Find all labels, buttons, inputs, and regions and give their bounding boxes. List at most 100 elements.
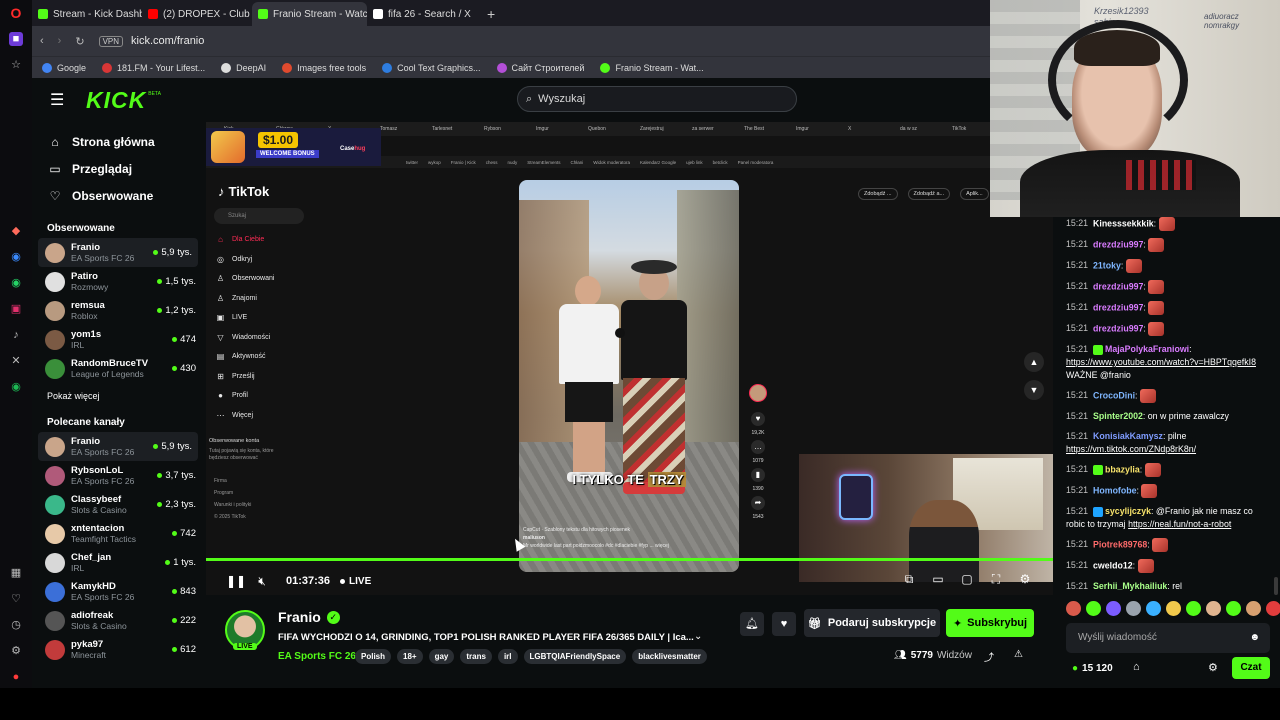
stream-category[interactable]: EA Sports FC 26: [278, 651, 356, 662]
new-tab-button[interactable]: +: [477, 2, 505, 26]
vpn-badge[interactable]: VPN: [98, 35, 124, 47]
channel-item[interactable]: Classybeef Slots & Casino 2,3 tys.: [32, 490, 202, 519]
channel-item[interactable]: Franio EA Sports FC 26 5,9 tys.: [38, 432, 198, 461]
chat-username[interactable]: Homofobe: [1093, 485, 1137, 495]
chat-username[interactable]: cweldo12: [1093, 560, 1133, 570]
follow-heart-button[interactable]: ♥: [772, 612, 796, 636]
progress-bar[interactable]: [206, 558, 1053, 561]
chat-username[interactable]: Serhii_Mykhailiuk: [1093, 581, 1167, 591]
emote-icon[interactable]: [1206, 601, 1221, 616]
search-input[interactable]: ⌕ Wyszukaj: [517, 86, 797, 112]
emote-icon[interactable]: [1266, 601, 1280, 616]
chat-username[interactable]: KonisiakKamysz: [1093, 431, 1163, 441]
bookmark-item[interactable]: 181.FM - Your Lifest...: [102, 62, 205, 73]
emote-icon[interactable]: [1066, 601, 1081, 616]
record-icon[interactable]: ●: [9, 670, 23, 684]
bookmark-item[interactable]: Google: [42, 62, 86, 73]
emote-icon[interactable]: [1146, 601, 1161, 616]
chat-username[interactable]: Piotrek89768: [1093, 539, 1147, 549]
chat-username[interactable]: Kinesssekkkik: [1093, 218, 1154, 228]
channel-item[interactable]: Franio EA Sports FC 26 5,9 tys.: [38, 238, 198, 267]
stream-tag[interactable]: 18+: [397, 649, 423, 664]
chat-username[interactable]: drezdziu997: [1093, 281, 1143, 291]
workspace-icon[interactable]: ■: [9, 32, 23, 46]
chat-settings-icon[interactable]: ⚙: [1208, 661, 1218, 674]
spotify-icon[interactable]: ◉: [9, 380, 23, 394]
bookmark-item[interactable]: Franio Stream - Wat...: [600, 62, 704, 73]
chat-scrollbar[interactable]: [1274, 577, 1278, 595]
nav-item[interactable]: ⌂ Strona główna: [32, 128, 202, 155]
chat-link[interactable]: https://vm.tiktok.com/ZNdp8rK8n/: [1066, 444, 1196, 454]
apps-icon[interactable]: ▦: [9, 566, 23, 580]
chat-username[interactable]: sycylijczyk: [1105, 506, 1151, 516]
channel-points[interactable]: ● 15 120: [1072, 663, 1113, 674]
chat-username[interactable]: drezdziu997: [1093, 302, 1143, 312]
fullscreen-icon[interactable]: ⛶: [988, 572, 1004, 587]
back-icon[interactable]: ‹: [40, 35, 44, 47]
video-player[interactable]: KickGłównaXTomaszTarlesnetRybsonImgurQue…: [206, 122, 1053, 595]
show-more-link[interactable]: Pokaż więcej: [32, 383, 202, 405]
whatsapp-icon[interactable]: ◉: [9, 276, 23, 290]
channel-item[interactable]: xntentacion Teamfight Tactics 742: [32, 519, 202, 548]
channel-item[interactable]: RandomBruceTV League of Legends 430: [32, 354, 202, 383]
history-icon[interactable]: ◷: [9, 618, 23, 632]
opera-logo-icon[interactable]: O: [9, 6, 23, 20]
emote-icon[interactable]: [1106, 601, 1121, 616]
stream-tag[interactable]: Polish: [355, 649, 392, 664]
chat-username[interactable]: 21toky: [1093, 260, 1121, 270]
report-icon[interactable]: ⚠: [1014, 649, 1023, 660]
star-icon[interactable]: ☆: [9, 58, 23, 72]
x-icon[interactable]: ✕: [9, 354, 23, 368]
subscribe-button[interactable]: ✦ Subskrybuj: [946, 609, 1034, 637]
stream-tag[interactable]: trans: [460, 649, 492, 664]
kick-logo[interactable]: KICK: [86, 87, 146, 114]
mute-icon[interactable]: 🔇︎: [254, 574, 270, 589]
bookmark-item[interactable]: Cool Text Graphics...: [382, 62, 481, 73]
chat-username[interactable]: bbazylia: [1105, 464, 1140, 474]
reload-icon[interactable]: ↻: [75, 35, 84, 48]
chat-send-button[interactable]: Czat: [1232, 657, 1270, 679]
menu-icon[interactable]: ☰: [50, 90, 70, 110]
emote-icon[interactable]: [1126, 601, 1141, 616]
emote-icon[interactable]: [1186, 601, 1201, 616]
window-icon[interactable]: ▢: [959, 572, 975, 587]
pip-icon[interactable]: ⧉: [901, 572, 917, 587]
emote-icon[interactable]: [1226, 601, 1241, 616]
channel-item[interactable]: Chef_jan IRL 1 tys.: [32, 548, 202, 577]
nav-item[interactable]: ▭ Przeglądaj: [32, 155, 202, 182]
chat-link[interactable]: https://www.youtube.com/watch?v=HBPTqqef…: [1066, 357, 1256, 367]
aria-icon[interactable]: ◆: [9, 224, 23, 238]
url-text[interactable]: kick.com/franio: [131, 35, 204, 47]
heart-icon[interactable]: ♡: [9, 592, 23, 606]
channel-item[interactable]: pyka97 Minecraft 612: [32, 635, 202, 664]
channel-item[interactable]: remsua Roblox 1,2 tys.: [32, 296, 202, 325]
browser-tab[interactable]: Franio Stream - Watch Liv✕: [252, 2, 367, 26]
channel-item[interactable]: Patiro Rozmowy 1,5 tys.: [32, 267, 202, 296]
stream-tag[interactable]: irl: [497, 649, 518, 664]
channel-item[interactable]: adiofreak Slots & Casino 222: [32, 606, 202, 635]
channel-item[interactable]: RybsonLoL EA Sports FC 26 3,7 tys.: [32, 461, 202, 490]
url-field[interactable]: VPN kick.com/franio: [98, 35, 204, 47]
streamer-name-text[interactable]: Franio: [278, 609, 321, 625]
chat-username[interactable]: MajaPolykaFraniowi: [1105, 344, 1189, 354]
share-icon[interactable]: ⤴: [984, 649, 994, 664]
notification-bell-button[interactable]: 🔔︎: [740, 612, 764, 636]
bookmark-item[interactable]: Сайт Строителей: [496, 62, 584, 73]
browser-tab[interactable]: fifa 26 - Search / X: [367, 2, 477, 26]
chat-input[interactable]: Wyślij wiadomość ☻: [1066, 623, 1270, 653]
instagram-icon[interactable]: ▣: [9, 302, 23, 316]
forward-icon[interactable]: ›: [58, 35, 62, 47]
gift-subs-button[interactable]: 🎁︎ Podaruj subskrypcje: [804, 609, 940, 637]
pause-icon[interactable]: ❚❚: [226, 574, 246, 588]
chat-username[interactable]: Spinter2002: [1093, 411, 1143, 421]
emote-icon[interactable]: [1166, 601, 1181, 616]
bookmark-item[interactable]: DeepAI: [221, 62, 266, 73]
channel-item[interactable]: KamykHD EA Sports FC 26 843: [32, 577, 202, 606]
tiktok-icon[interactable]: ♪: [9, 328, 23, 342]
nav-item[interactable]: ♡ Obserwowane: [32, 182, 202, 209]
bookmark-item[interactable]: Images free tools: [282, 62, 366, 73]
emoji-icon[interactable]: ☻: [1249, 623, 1260, 653]
settings-icon[interactable]: ⚙: [1017, 572, 1033, 587]
chat-username[interactable]: drezdziu997: [1093, 239, 1143, 249]
browser-tab[interactable]: Stream - Kick Dashboard: [32, 2, 142, 26]
